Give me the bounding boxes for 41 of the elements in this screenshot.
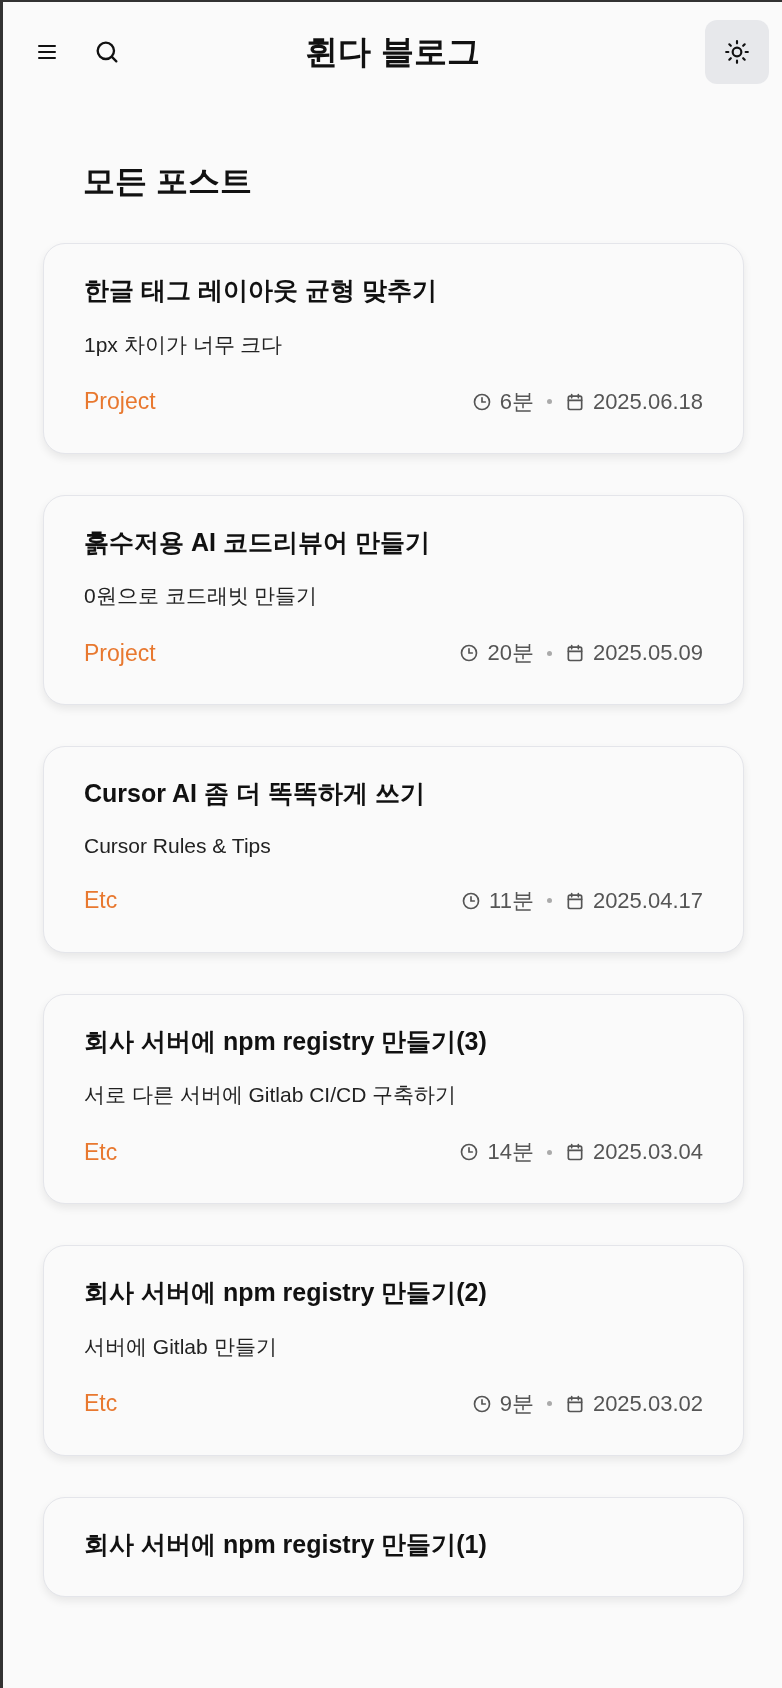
read-time: 14분	[487, 1138, 534, 1166]
separator-dot	[546, 399, 552, 404]
post-title[interactable]: Cursor AI 좀 더 똑똑하게 쓰기	[84, 777, 703, 810]
post-card[interactable]: 회사 서버에 npm registry 만들기(2) 서버에 Gitlab 만들기 Etc 9분 2025.03.02	[43, 1245, 744, 1456]
separator-dot	[546, 1401, 552, 1406]
post-card[interactable]: 한글 태그 레이아웃 균형 맞추기 1px 차이가 너무 크다 Project 6분 2025.06.18	[43, 243, 744, 454]
post-date: 2025.03.04	[592, 1139, 703, 1165]
read-time: 9분	[499, 1389, 534, 1418]
post-card[interactable]: Cursor AI 좀 더 똑똑하게 쓰기 Cursor Rules & Tips Etc 11분 2025.04.17	[43, 746, 744, 953]
sun-icon	[724, 39, 750, 65]
post-title[interactable]: 한글 태그 레이아웃 균형 맞추기	[84, 274, 703, 307]
separator-dot	[546, 650, 552, 656]
post-subtitle: 1px 차이가 너무 크다	[84, 331, 284, 358]
read-time: 11분	[489, 886, 534, 915]
read-time: 20분	[487, 639, 534, 667]
post-date: 2025.06.18	[592, 388, 703, 415]
theme-toggle-button[interactable]	[705, 20, 769, 84]
post-title[interactable]: 회사 서버에 npm registry 만들기(3)	[84, 1024, 703, 1057]
separator-dot	[546, 898, 552, 903]
post-title[interactable]: 회사 서버에 npm registry 만들기(2)	[84, 1276, 703, 1309]
post-date: 2025.05.09	[592, 640, 703, 666]
post-date: 2025.03.02	[592, 1390, 703, 1417]
clock-icon	[461, 890, 482, 911]
post-subtitle: 서버에 Gitlab 만들기	[84, 1333, 278, 1360]
post-title[interactable]: 회사 서버에 npm registry 만들기(1)	[84, 1527, 703, 1560]
post-title[interactable]: 흙수저용 AI 코드리뷰어 만들기	[84, 525, 703, 558]
post-card[interactable]: 흙수저용 AI 코드리뷰어 만들기 0원으로 코드래빗 만들기 Project 20분 2025.05.09	[43, 494, 744, 705]
clock-icon	[459, 643, 480, 663]
read-time: 6분	[499, 387, 534, 416]
clock-icon	[471, 391, 492, 412]
page-heading: 모든 포스트	[83, 162, 253, 201]
blog-title[interactable]: 휜다 블로그	[305, 29, 480, 75]
clock-icon	[459, 1142, 480, 1162]
post-date: 2025.04.17	[592, 887, 703, 914]
post-card[interactable]: 회사 서버에 npm registry 만들기(1)	[43, 1496, 744, 1597]
clock-icon	[471, 1393, 492, 1414]
separator-dot	[546, 1149, 552, 1155]
post-subtitle: Cursor Rules & Tips	[84, 833, 272, 858]
post-subtitle: 0원으로 코드래빗 만들기	[84, 583, 319, 609]
post-subtitle: 서로 다른 서버에 Gitlab CI/CD 구축하기	[84, 1082, 458, 1108]
post-card[interactable]: 회사 서버에 npm registry 만들기(3) 서로 다른 서버에 Gitlab CI/CD 구축하기 Etc 14분 2025.03.04	[43, 993, 744, 1204]
